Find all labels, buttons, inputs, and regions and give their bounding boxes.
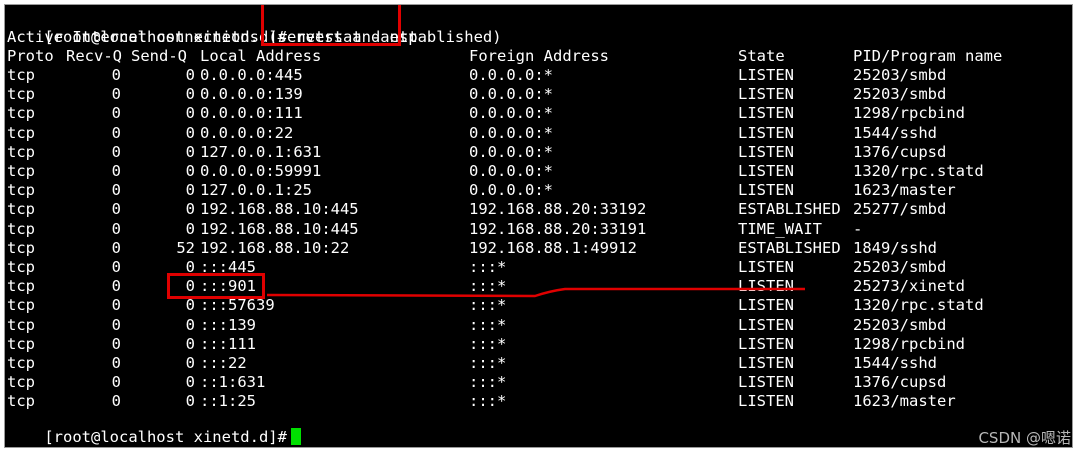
terminal-window[interactable]: [root@localhost xinetd.d]# netstat -antp…	[4, 4, 1073, 448]
underline-stroke	[266, 287, 805, 298]
watermark: CSDN @嗯诺	[978, 429, 1071, 447]
underline-annotation	[266, 287, 805, 298]
